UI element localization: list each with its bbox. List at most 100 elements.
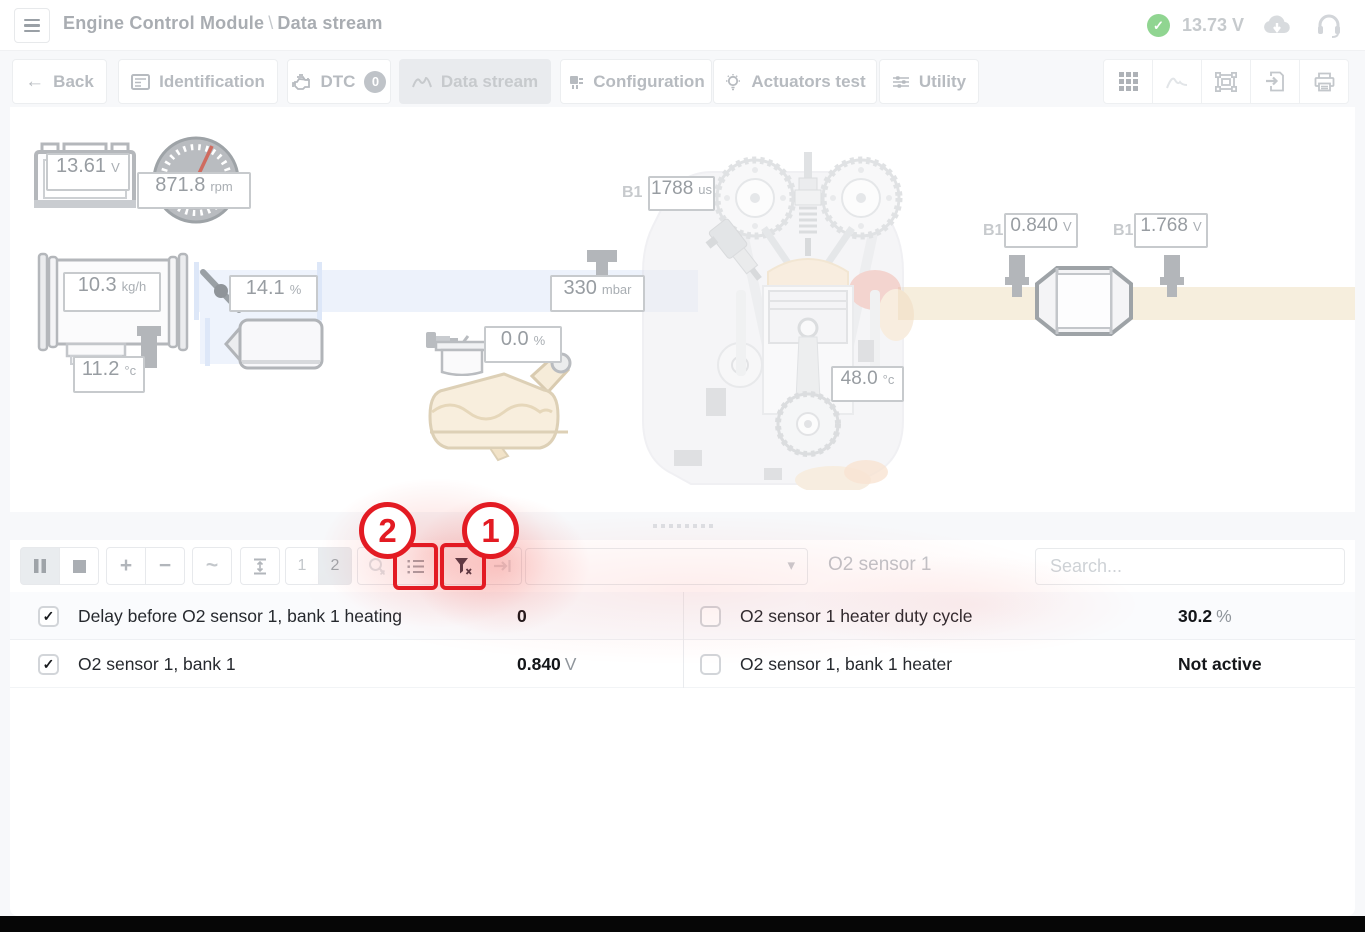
tab-configuration[interactable]: Configuration	[560, 59, 712, 104]
tab-bar: ← Back Identification DTC 0 Data stream …	[0, 59, 1365, 105]
filter-x-icon	[454, 558, 472, 575]
headset-icon[interactable]	[1316, 12, 1342, 44]
check-icon: ✓	[42, 608, 55, 624]
cloud-download-icon[interactable]	[1262, 12, 1292, 43]
param-cell: ✓ Delay before O2 sensor 1, bank 1 heati…	[38, 592, 678, 640]
param-cell: O2 sensor 1 heater duty cycle 30.2%	[700, 592, 1340, 640]
bottom-bar	[0, 916, 1365, 932]
canister-illustration	[434, 340, 490, 376]
check-icon: ✓	[42, 656, 55, 672]
print-button[interactable]	[1299, 59, 1349, 104]
remove-parameter-button[interactable]: −	[145, 547, 185, 585]
page-2-button[interactable]: 2	[318, 547, 352, 585]
hamburger-menu-button[interactable]	[14, 8, 50, 43]
app-window: Engine Control Module \ Data stream ✓ 13.7…	[0, 0, 1365, 932]
stop-button[interactable]	[59, 547, 99, 585]
row-checkbox[interactable]	[700, 653, 721, 675]
injection-time-box: 1788 us	[648, 176, 715, 211]
tab-identification[interactable]: Identification	[118, 59, 278, 104]
map-sensor-illustration	[587, 250, 617, 278]
magnifier-x-icon	[369, 558, 386, 575]
lightbulb-icon	[726, 73, 741, 90]
graph-mode-button[interactable]: ~	[192, 547, 232, 585]
o2-downstream-bank-label: B1	[1113, 222, 1134, 239]
table-column-divider	[683, 592, 684, 688]
chip-icon	[570, 76, 584, 89]
utility-label: Utility	[918, 71, 967, 91]
grid-icon	[1118, 72, 1138, 91]
intake-air-temp-box: 11.2 °c	[73, 356, 145, 393]
throttle-position-box: 14.1%	[229, 275, 318, 312]
list-icon	[407, 559, 424, 573]
chart-view-button[interactable]	[1152, 59, 1202, 104]
battery-voltage-status: 13.73 V	[1182, 15, 1245, 35]
duct-joint-bypass	[205, 318, 210, 366]
row-checkbox[interactable]: ✓	[38, 653, 59, 675]
grid-view-button[interactable]	[1103, 59, 1153, 104]
id-card-icon	[131, 73, 151, 90]
parameter-group-dropdown[interactable]: ▾	[525, 548, 808, 585]
export-document-icon	[1266, 71, 1284, 92]
header: Engine Control Module \ Data stream ✓ 13.7…	[0, 0, 1365, 51]
panel-resize-handle[interactable]	[10, 512, 1355, 540]
row-checkbox[interactable]: ✓	[38, 605, 59, 627]
engine-rpm-box: 871.8 rpm	[137, 172, 251, 209]
actuators-test-label: Actuators test	[751, 71, 866, 91]
purge-valve-duty-box: 0.0%	[484, 326, 562, 363]
o2-upstream-bank-label: B1	[983, 222, 1004, 239]
printer-icon	[1314, 72, 1334, 91]
identification-label: Identification	[159, 71, 265, 91]
tab-data-stream[interactable]: Data stream	[399, 59, 551, 104]
minus-icon: −	[158, 554, 172, 577]
clear-zoom-button[interactable]	[357, 547, 397, 585]
param-cell: ✓ O2 sensor 1, bank 1 0.840 V	[38, 640, 678, 688]
row-checkbox[interactable]	[700, 605, 721, 627]
coolant-temp-box: 48.0 °c	[831, 366, 904, 402]
page-1-button[interactable]: 1	[285, 547, 319, 585]
tab-actuators-test[interactable]: Actuators test	[713, 59, 877, 104]
crankshaft-gear	[775, 391, 841, 457]
breadcrumb-separator: \	[268, 13, 274, 33]
pause-button[interactable]	[20, 547, 60, 585]
air-flow-box: 10.3 kg/h	[63, 272, 161, 312]
clear-filter-button[interactable]	[443, 547, 483, 585]
check-icon: ✓	[1153, 17, 1164, 33]
dtc-label: DTC	[320, 71, 356, 91]
module-title: Engine Control Module	[63, 13, 265, 33]
selected-parameter-label: O2 sensor 1	[828, 554, 932, 575]
camshaft-gear-right	[819, 156, 903, 240]
curve-icon	[411, 76, 432, 88]
engine-icon	[291, 73, 310, 90]
add-parameter-button[interactable]: +	[106, 547, 146, 585]
o2-sensor-downstream-illustration	[1160, 255, 1184, 297]
parameter-list-button[interactable]	[396, 547, 436, 585]
skip-forward-button[interactable]	[482, 547, 522, 585]
stop-icon	[72, 559, 86, 573]
curve-chart-icon	[1166, 77, 1188, 89]
scheme-view-button[interactable]	[1201, 59, 1251, 104]
export-button[interactable]	[1250, 59, 1300, 104]
idle-valve-illustration	[224, 318, 324, 370]
fit-scale-button[interactable]	[240, 547, 280, 585]
o2-downstream-voltage-box: 1.768 V	[1134, 213, 1208, 248]
sliders-icon	[892, 75, 909, 88]
plus-icon: +	[119, 554, 133, 577]
arrow-to-end-icon	[493, 560, 511, 572]
catalytic-converter-illustration	[1035, 266, 1133, 336]
back-label: Back	[53, 71, 94, 91]
injection-bank-label: B1	[622, 184, 643, 201]
connection-status-icon: ✓	[1147, 14, 1170, 37]
breadcrumb: Engine Control Module \ Data stream	[63, 13, 383, 34]
tab-utility[interactable]: Utility	[879, 59, 979, 104]
vertical-fit-icon	[254, 558, 266, 574]
o2-upstream-voltage-box: 0.840 V	[1004, 213, 1078, 248]
back-button[interactable]: ← Back	[12, 59, 107, 104]
manifold-pressure-box: 330 mbar	[550, 275, 645, 312]
param-cell: O2 sensor 1, bank 1 heater Not active	[700, 640, 1340, 688]
o2-sensor-upstream-illustration	[1005, 255, 1029, 297]
configuration-label: Configuration	[593, 71, 705, 91]
wave-icon: ~	[205, 554, 219, 577]
tab-dtc[interactable]: DTC 0	[287, 59, 391, 104]
search-input[interactable]	[1035, 548, 1345, 585]
pause-icon	[34, 559, 46, 573]
